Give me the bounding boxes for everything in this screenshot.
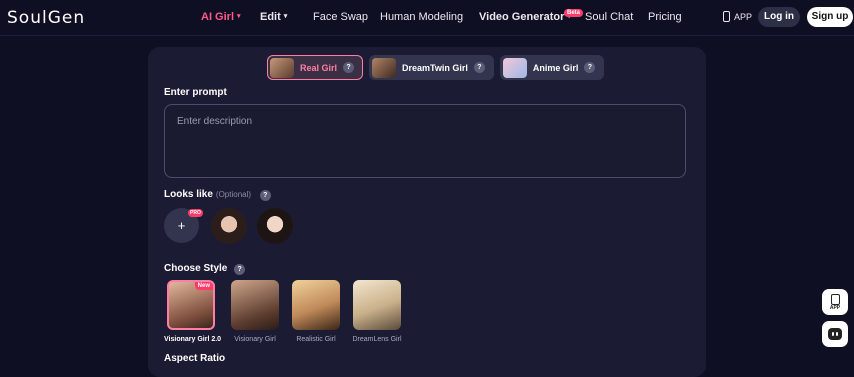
beta-badge: Beta — [564, 9, 584, 17]
phone-icon — [723, 11, 730, 22]
optional-label: (Optional) — [215, 190, 252, 199]
chevron-down-icon: ▾ — [283, 13, 288, 20]
style-realistic-girl[interactable] — [292, 280, 340, 330]
face-option-1[interactable] — [211, 208, 247, 244]
nav-ai-girl-label: AI Girl — [201, 11, 235, 23]
floating-app-button[interactable]: APP — [822, 289, 848, 315]
style-name: DreamLens Girl — [352, 336, 402, 343]
top-nav: SoulGen AI Girl ▾ Edit ▾ Face Swap Human M… — [0, 0, 854, 36]
anime-girl-thumbnail — [502, 57, 527, 78]
pro-badge: PRO — [188, 209, 203, 217]
prompt-placeholder: Enter description — [177, 116, 253, 127]
choose-style-title: Choose Style ? — [164, 263, 246, 275]
style-visionary-girl[interactable] — [231, 280, 279, 330]
looks-like-title: Looks like (Optional) ? — [164, 189, 271, 201]
help-icon[interactable]: ? — [234, 264, 246, 275]
dreamtwin-girl-thumbnail — [372, 57, 397, 78]
style-dreamlens-girl[interactable] — [353, 280, 401, 330]
nav-soul-chat[interactable]: Soul Chat — [585, 11, 633, 23]
app-link[interactable]: APP — [723, 11, 752, 22]
login-button[interactable]: Log in — [758, 7, 800, 27]
help-icon[interactable]: ? — [584, 62, 596, 73]
floating-app-label: APP — [829, 304, 841, 311]
help-icon[interactable]: ? — [259, 190, 271, 201]
generator-panel: Real Girl ? DreamTwin Girl ? Anime Girl … — [148, 47, 706, 377]
nav-video-generator[interactable]: Video Generator▾ — [479, 11, 571, 23]
app-link-label: APP — [734, 11, 753, 22]
nav-human-modeling[interactable]: Human Modeling — [380, 11, 463, 23]
nav-video-generator-label: Video Generator — [479, 11, 565, 23]
style-name: Visionary Girl — [234, 336, 276, 343]
mode-tabs: Real Girl ? DreamTwin Girl ? Anime Girl … — [267, 55, 605, 80]
style-name: Visionary Girl 2.0 — [164, 336, 222, 343]
style-name: Realistic Girl — [296, 336, 336, 343]
floating-chat-button[interactable] — [822, 321, 848, 347]
prompt-title: Enter prompt — [164, 87, 227, 98]
choose-style-label: Choose Style — [164, 263, 228, 274]
tab-dreamtwin-girl[interactable]: DreamTwin Girl ? — [369, 55, 494, 80]
nav-pricing[interactable]: Pricing — [648, 11, 682, 23]
help-icon[interactable]: ? — [343, 62, 355, 73]
tab-label: Anime Girl — [532, 62, 579, 73]
new-badge: New — [194, 282, 213, 290]
face-option-2[interactable] — [257, 208, 293, 244]
style-visionary-girl-2[interactable]: New — [167, 280, 215, 330]
chat-icon — [828, 328, 842, 340]
real-girl-thumbnail — [270, 57, 294, 78]
tab-label: DreamTwin Girl — [402, 62, 468, 73]
nav-face-swap[interactable]: Face Swap — [313, 11, 368, 23]
aspect-ratio-title: Aspect Ratio — [164, 353, 226, 364]
nav-edit-label: Edit — [260, 11, 281, 23]
logo[interactable]: SoulGen — [7, 8, 85, 28]
nav-ai-girl[interactable]: AI Girl ▾ — [201, 11, 241, 23]
tab-anime-girl[interactable]: Anime Girl ? — [499, 55, 605, 80]
help-icon[interactable]: ? — [473, 62, 485, 73]
phone-icon — [830, 293, 840, 305]
nav-edit[interactable]: Edit ▾ — [260, 11, 287, 23]
chevron-down-icon: ▾ — [237, 13, 241, 20]
prompt-input[interactable]: Enter description — [164, 104, 686, 178]
tab-label: Real Girl — [300, 62, 338, 73]
signup-button[interactable]: Sign up — [807, 7, 853, 27]
tab-real-girl[interactable]: Real Girl ? — [267, 55, 364, 80]
looks-like-label: Looks like — [164, 189, 213, 200]
